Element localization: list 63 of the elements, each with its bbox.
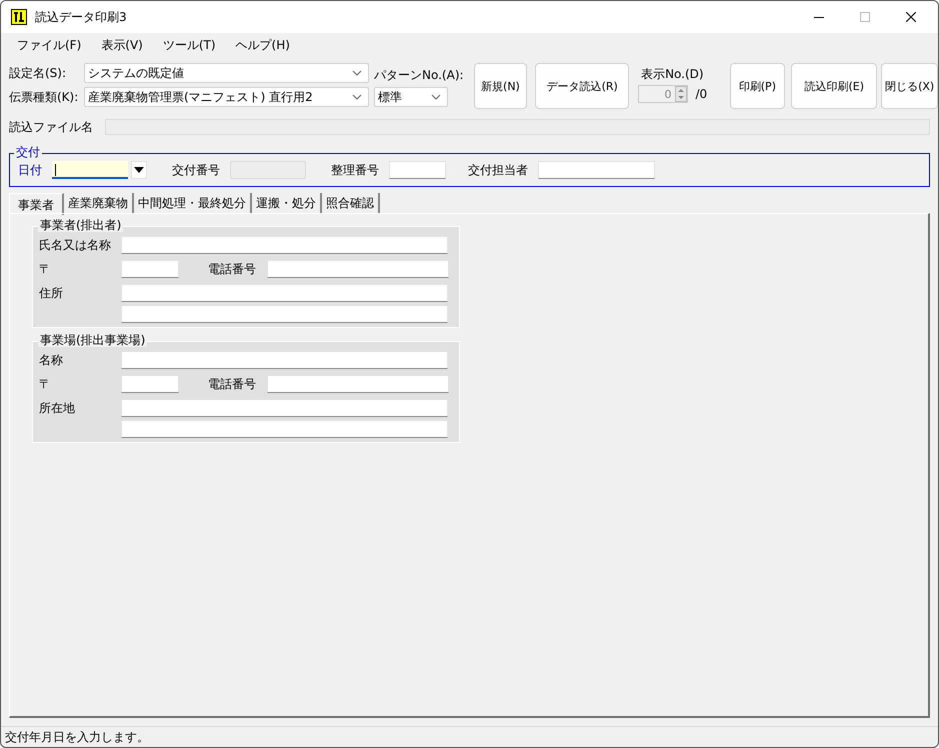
input-field[interactable]: [121, 399, 448, 417]
caret-icon: [134, 167, 144, 173]
input-field[interactable]: [538, 161, 655, 179]
field-label: 電話番号: [208, 261, 257, 278]
input-field[interactable]: [121, 305, 448, 323]
minimize-icon: [814, 16, 824, 18]
window-title: 読込データ印刷3: [35, 8, 127, 26]
field-label: 設定名(S):: [9, 64, 68, 82]
group-title: 交付: [14, 145, 42, 159]
app-icon: [11, 9, 27, 25]
tab[interactable]: 照合確認: [322, 193, 380, 213]
field-label: 〒: [39, 376, 52, 393]
chevron-icon: [352, 94, 362, 100]
spin-arrows-icon: [674, 86, 686, 102]
chevron-icon: [352, 70, 362, 76]
status-text: 交付年月日を入力します。: [1, 726, 938, 747]
dropdown-button[interactable]: [131, 161, 147, 179]
input-field[interactable]: [121, 260, 179, 278]
input-field[interactable]: [121, 284, 448, 302]
field-label: 交付担当者: [468, 162, 528, 178]
input-field[interactable]: [121, 351, 448, 369]
field-label: 日付: [18, 162, 42, 178]
dropdown[interactable]: システムの既定値: [84, 63, 369, 83]
dropdown[interactable]: 産業廃棄物管理票(マニフェスト) 直行用2: [84, 87, 369, 107]
tab[interactable]: 産業廃棄物: [64, 193, 134, 213]
button[interactable]: 閉じる(X): [881, 63, 938, 109]
button[interactable]: 読込印刷(E): [791, 63, 878, 109]
menu-item[interactable]: ヘルプ(H): [228, 36, 298, 54]
button[interactable]: データ読込(R): [535, 63, 630, 109]
group-title: 事業者(排出者): [38, 218, 124, 232]
field-label: パターンNo.(A):: [374, 67, 464, 84]
field-label: 名称: [39, 352, 64, 369]
input-field[interactable]: [267, 260, 449, 278]
chevron-icon: [431, 94, 441, 100]
tab[interactable]: 事業者: [9, 193, 64, 215]
field-label: 電話番号: [208, 376, 257, 393]
group-title: 事業場(排出事業場): [38, 333, 148, 347]
tab[interactable]: 中間処理・最終処分: [134, 193, 252, 213]
input-field[interactable]: [121, 375, 179, 393]
close-icon: [906, 12, 916, 22]
input-field[interactable]: [121, 236, 448, 254]
field-label: 所在地: [39, 400, 76, 417]
date-field[interactable]: [52, 161, 128, 179]
field-label: 表示No.(D): [641, 66, 704, 83]
input-field[interactable]: [389, 161, 446, 179]
field-label: 交付番号: [172, 162, 220, 178]
menu-item[interactable]: 表示(V): [93, 36, 151, 54]
button[interactable]: 新規(N): [474, 63, 528, 109]
menu-item[interactable]: ツール(T): [154, 36, 224, 54]
field-label: 〒: [39, 261, 52, 278]
field-label: 読込ファイル名: [9, 118, 93, 136]
menu-item[interactable]: ファイル(F): [9, 36, 90, 54]
total-label: /0: [696, 87, 708, 101]
button[interactable]: 印刷(P): [730, 63, 786, 109]
dropdown[interactable]: 標準: [374, 87, 448, 107]
tab[interactable]: 運搬・処分: [252, 193, 322, 213]
field-label: 伝票種類(K):: [9, 88, 80, 106]
field-label: 整理番号: [331, 162, 379, 178]
input-field[interactable]: [121, 420, 448, 438]
field-label: 氏名又は名称: [39, 237, 112, 254]
maximize-icon: [860, 12, 870, 22]
input-field[interactable]: [267, 375, 449, 393]
field-label: 住所: [39, 285, 64, 302]
